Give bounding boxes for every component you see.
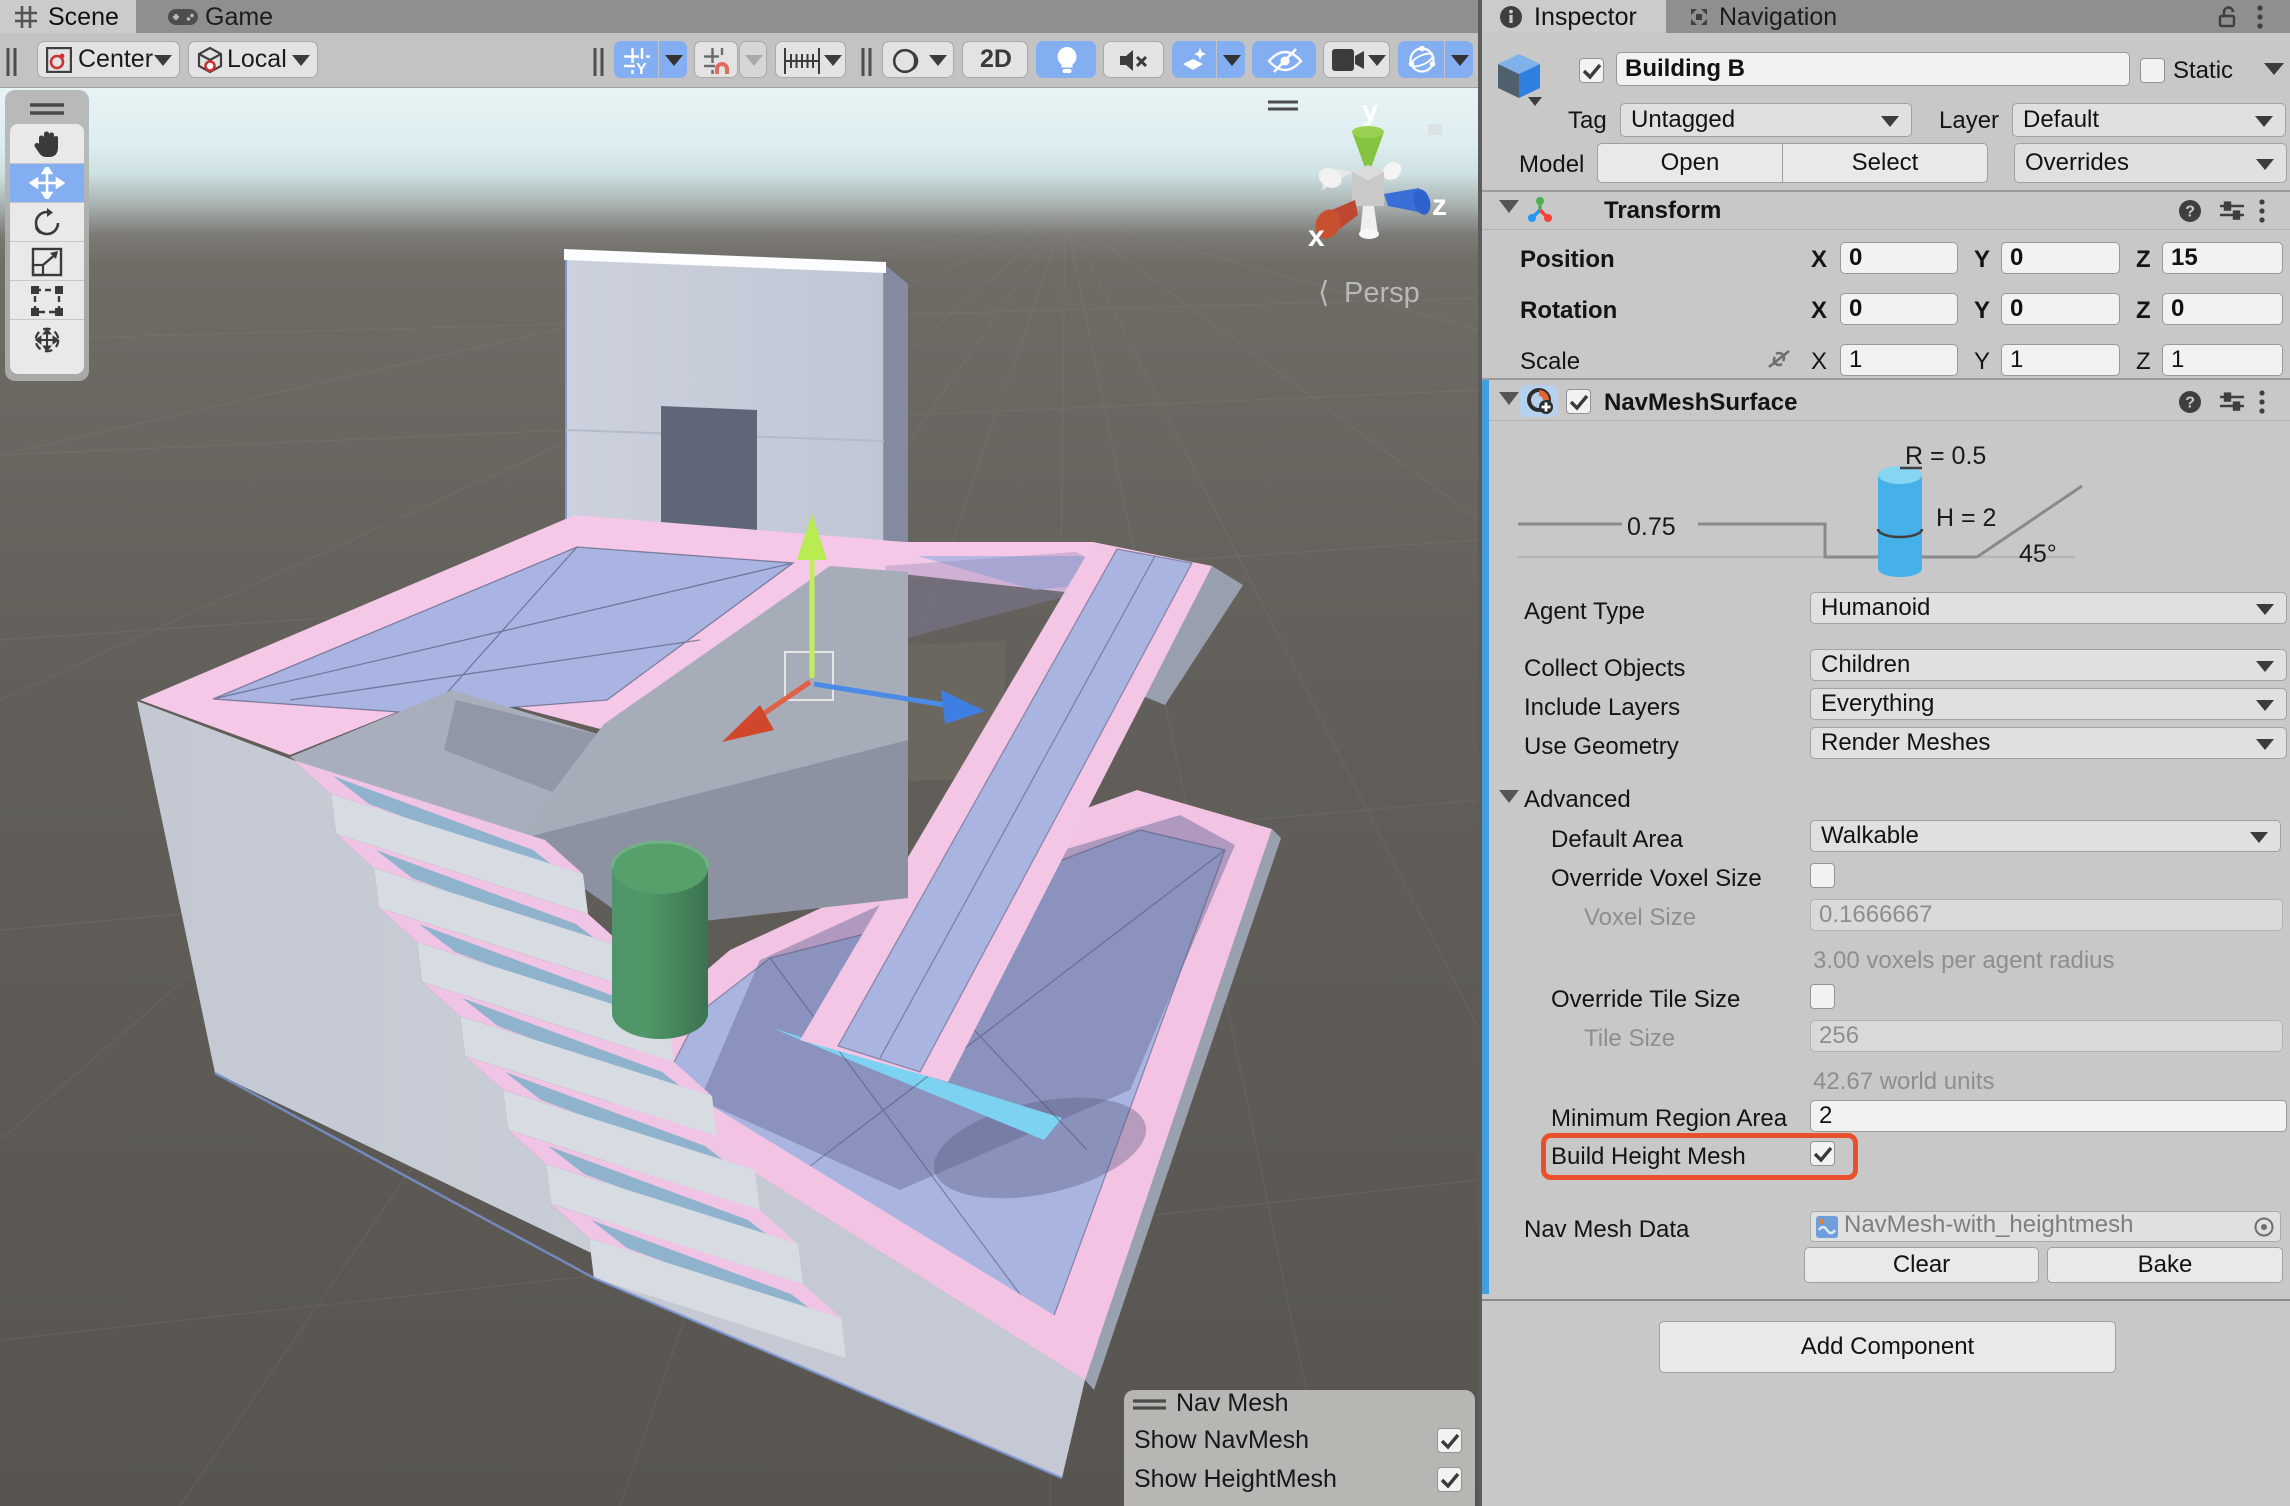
svg-text:z: z bbox=[1432, 189, 1447, 222]
svg-text:H = 2: H = 2 bbox=[1936, 504, 1996, 532]
svg-text:y: y bbox=[1362, 95, 1378, 127]
svg-text:Persp: Persp bbox=[1344, 277, 1420, 309]
svg-text:Y: Y bbox=[636, 61, 647, 75]
svg-text:⟨: ⟨ bbox=[1318, 277, 1329, 309]
svg-text:45°: 45° bbox=[2019, 540, 2057, 568]
svg-text:?: ? bbox=[2185, 395, 2195, 412]
svg-text:x: x bbox=[1308, 220, 1325, 253]
svg-text:?: ? bbox=[2185, 204, 2195, 221]
svg-text:R = 0.5: R = 0.5 bbox=[1905, 442, 1986, 470]
svg-text:0.75: 0.75 bbox=[1627, 513, 1676, 541]
